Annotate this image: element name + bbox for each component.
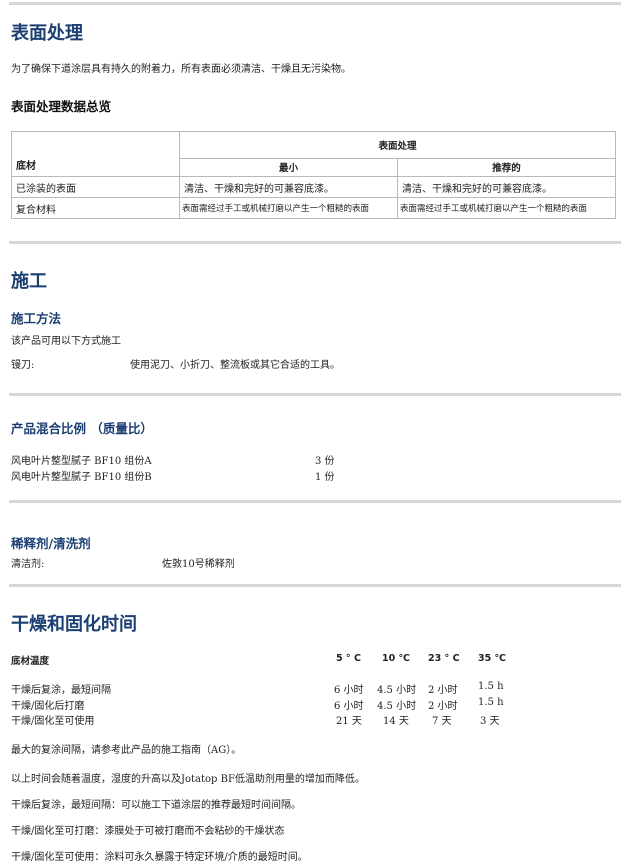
group-header: 表面处理 [178, 131, 617, 159]
table-cell: 表面需经过手工或机械打磨以产生一个粗糙的表面 [179, 197, 398, 219]
section-title-application: 施工 [11, 271, 47, 292]
table-cell: 清洁、干燥和完好的可兼容底漆。 [179, 176, 398, 198]
mix-row-a-value: 3 份 [315, 456, 335, 467]
col-min-header: 最小 [179, 157, 398, 178]
drying-note: 干燥/固化至可使用：涂料可永久暴露于特定环境/介质的最短时间。 [11, 852, 308, 863]
surface-intro: 为了确保下道涂层具有持久的附着力，所有表面必须清洁、干燥且无污染物。 [11, 64, 351, 75]
col-rec-header: 推荐的 [396, 157, 617, 178]
temp-header: 23 ° C [428, 653, 460, 664]
table-row: 底材 表面处理 [11, 131, 617, 177]
surface-table: 底材 表面处理 最小 推荐的 已涂装的表面 清洁、干燥和完好的可兼容底漆。 清洁… [11, 131, 617, 219]
drying-row-label: 干燥/固化至可使用 [11, 716, 95, 727]
thinner-title: 稀释剂/清洗剂 [11, 536, 91, 551]
drying-cell: 4.5 小时 [377, 685, 417, 696]
method-intro: 该产品可用以下方式施工 [11, 336, 121, 347]
drying-row-label: 干燥/固化后打磨 [11, 701, 85, 712]
drying-cell: 2 小时 [428, 685, 458, 696]
section-divider [9, 393, 621, 396]
drying-cell: 2 小时 [428, 701, 458, 712]
drying-header-label: 底材温度 [11, 656, 50, 667]
table-cell: 表面需经过手工或机械打磨以产生一个粗糙的表面 [396, 197, 617, 219]
mix-row-b-name: 风电叶片整型腻子 BF10 组份B [11, 472, 152, 483]
section-divider [9, 500, 621, 503]
temp-header: 10 ℃ [382, 653, 411, 664]
drying-note: 以上时间会随着温度，湿度的升高以及Jotatop BF低温助剂用量的增加而降低。 [11, 774, 365, 785]
table-cell: 复合材料 [11, 197, 180, 219]
drying-cell: 4.5 小时 [377, 701, 417, 712]
temp-header: 35 ℃ [478, 653, 507, 664]
drying-row-label: 干燥后复涂，最短间隔 [11, 685, 111, 696]
drying-cell: 21 天 [336, 716, 362, 727]
table-row: 复合材料 表面需经过手工或机械打磨以产生一个粗糙的表面 表面需经过手工或机械打磨… [11, 197, 617, 219]
drying-cell: 6 小时 [334, 685, 364, 696]
mix-row-a-name: 风电叶片整型腻子 BF10 组份A [11, 456, 152, 467]
section-divider [9, 584, 621, 587]
drying-cell: 6 小时 [334, 701, 364, 712]
thinner-label: 清洁剂: [11, 559, 45, 570]
method-title: 施工方法 [11, 311, 62, 326]
drying-cell: 3 天 [480, 716, 500, 727]
thinner-value: 佐敦10号稀释剂 [162, 559, 235, 570]
surface-overview-title: 表面处理数据总览 [11, 99, 112, 114]
drying-note: 干燥/固化至可打磨：漆膜处于可被打磨而不会粘砂的干燥状态 [11, 826, 285, 837]
tool-label: 镘刀: [11, 360, 35, 371]
drying-cell: 1.5 h [478, 697, 504, 708]
table-cell: 已涂装的表面 [11, 176, 180, 198]
drying-cell: 14 天 [383, 716, 409, 727]
drying-note: 最大的复涂间隔，请参考此产品的施工指南（AG）。 [11, 745, 242, 756]
drying-cell: 1.5 h [478, 681, 504, 692]
top-divider [9, 2, 621, 5]
col-substrate-header: 底材 [11, 131, 180, 177]
mix-row-b-value: 1 份 [315, 472, 335, 483]
table-cell: 清洁、干燥和完好的可兼容底漆。 [396, 176, 617, 198]
section-title-drying: 干燥和固化时间 [11, 614, 137, 635]
section-title-surface: 表面处理 [11, 23, 83, 44]
temp-header: 5 ° C [336, 653, 361, 664]
section-divider [9, 241, 621, 244]
drying-note: 干燥后复涂，最短间隔：可以施工下道涂层的推荐最短时间间隔。 [11, 800, 301, 811]
mix-title: 产品混合比例 （质量比） [11, 421, 153, 436]
tool-value: 使用泥刀、小折刀、整流板或其它合适的工具。 [130, 360, 340, 371]
drying-cell: 7 天 [432, 716, 452, 727]
table-row: 已涂装的表面 清洁、干燥和完好的可兼容底漆。 清洁、干燥和完好的可兼容底漆。 [11, 176, 617, 198]
